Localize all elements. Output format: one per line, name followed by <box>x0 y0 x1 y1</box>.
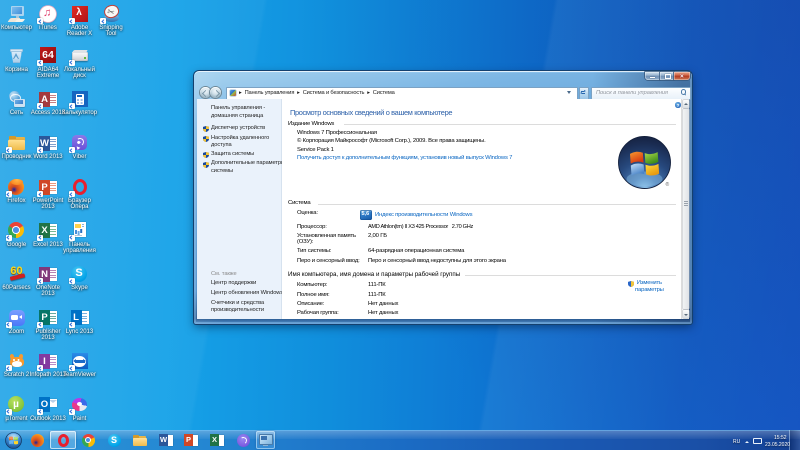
svg-text:®: ® <box>665 181 669 188</box>
